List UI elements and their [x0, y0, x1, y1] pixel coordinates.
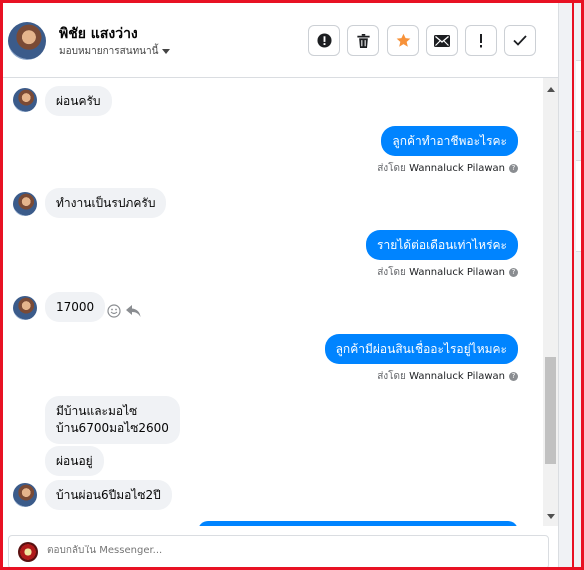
- react-emoji-icon[interactable]: [107, 304, 121, 318]
- scroll-down-icon[interactable]: [547, 514, 555, 519]
- sender-avatar: [13, 192, 37, 216]
- sender-avatar: [13, 483, 37, 507]
- sender-avatar: [13, 296, 37, 320]
- message-list: ผ่อนครับ ลูกค้าทำอาชีพอะไรคะ ส่งโดย Wann…: [3, 78, 543, 526]
- sender-name: Wannaluck Pilawan: [409, 371, 505, 382]
- message-line: บ้าน6700มอไซ2600: [56, 421, 169, 435]
- sent-by-label: ส่งโดย Wannaluck Pilawan?: [377, 161, 518, 176]
- contact-name[interactable]: พิชัย แสงว่าง: [59, 23, 138, 45]
- right-edge-border: [572, 0, 574, 570]
- message-line: มีบ้านและมอไซ: [56, 404, 138, 418]
- check-icon: [513, 35, 527, 46]
- sender-name: Wannaluck Pilawan: [409, 267, 505, 278]
- mark-unread-button[interactable]: [426, 25, 458, 56]
- help-icon[interactable]: ?: [509, 371, 518, 381]
- page-avatar: [18, 542, 38, 562]
- sent-by-label: ส่งโดย Wannaluck Pilawan?: [377, 265, 518, 280]
- sender-avatar: [13, 88, 37, 112]
- contact-avatar[interactable]: [8, 22, 46, 60]
- delete-button[interactable]: [347, 25, 379, 56]
- outgoing-message[interactable]: ลูกค้าทำอาชีพอะไรคะ: [381, 126, 518, 156]
- help-icon[interactable]: ?: [509, 163, 518, 173]
- caret-down-icon: [162, 48, 171, 54]
- exclamation-icon: [480, 33, 482, 47]
- help-icon[interactable]: ?: [509, 267, 518, 277]
- envelope-icon: [434, 34, 450, 47]
- conversation-panel: พิชัย แสงว่าง มอบหมายการสนทนานี้ ผ่อนครั…: [3, 3, 559, 569]
- spam-button[interactable]: [308, 25, 340, 56]
- outgoing-message[interactable]: รายได้ต่อเดือนเท่าไหร่คะ: [366, 230, 518, 260]
- message-scrollbar[interactable]: [543, 78, 558, 526]
- sender-name: Wannaluck Pilawan: [409, 163, 505, 174]
- incoming-message[interactable]: 17000: [45, 292, 106, 322]
- background-panel: [576, 60, 584, 132]
- reply-icon[interactable]: [126, 305, 141, 317]
- conversation-header: พิชัย แสงว่าง มอบหมายการสนทนานี้: [3, 3, 558, 78]
- follow-up-button[interactable]: [387, 25, 419, 56]
- outgoing-message-partial[interactable]: [198, 521, 518, 526]
- alert-circle-icon: [316, 33, 332, 48]
- outgoing-message[interactable]: ลูกค้ามีผ่อนสินเชื่ออะไรอยู่ไหมคะ: [324, 334, 518, 364]
- scrollbar-thumb[interactable]: [545, 357, 556, 464]
- background-panel: [576, 160, 584, 252]
- trash-icon: [356, 33, 370, 48]
- assign-conversation-dropdown[interactable]: มอบหมายการสนทนานี้: [59, 44, 171, 59]
- incoming-message[interactable]: ผ่อนครับ: [45, 86, 112, 116]
- incoming-message[interactable]: ทำงานเป็นรปภครับ: [45, 188, 167, 218]
- reply-composer[interactable]: [8, 535, 549, 569]
- assign-label: มอบหมายการสนทนานี้: [59, 46, 159, 57]
- right-background-strip: [558, 0, 584, 570]
- priority-button[interactable]: [465, 25, 497, 56]
- incoming-message[interactable]: ผ่อนอยู่: [45, 446, 104, 476]
- incoming-message[interactable]: มีบ้านและมอไซ บ้าน6700มอไซ2600: [45, 396, 180, 444]
- sent-by-label: ส่งโดย Wannaluck Pilawan?: [377, 369, 518, 384]
- incoming-message[interactable]: บ้านผ่อน6ปีมอไซ2ปี: [45, 480, 172, 510]
- star-icon: [396, 33, 410, 47]
- mark-done-button[interactable]: [504, 25, 536, 56]
- reply-input[interactable]: [47, 545, 527, 556]
- scroll-up-icon[interactable]: [547, 87, 555, 92]
